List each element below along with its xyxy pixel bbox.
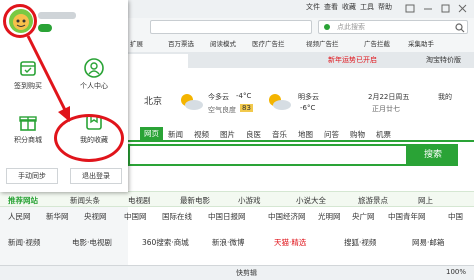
- search-icon[interactable]: [455, 23, 465, 33]
- category-item[interactable]: 小游戏: [238, 195, 261, 206]
- category-item[interactable]: 旅游景点: [358, 195, 388, 206]
- menu-file[interactable]: 文件: [306, 2, 320, 12]
- sub-link[interactable]: 电影·电视剧: [72, 237, 112, 248]
- sub-link[interactable]: 网易·邮箱: [412, 237, 444, 248]
- menu-help[interactable]: 帮助: [378, 2, 392, 12]
- menu-view[interactable]: 查看: [324, 2, 338, 12]
- nav-video[interactable]: 视频: [194, 129, 209, 140]
- category-item[interactable]: 最新电影: [180, 195, 210, 206]
- personal-center-label: 个人中心: [80, 82, 108, 90]
- nav-flights[interactable]: 机票: [376, 129, 391, 140]
- my-link[interactable]: 我的: [438, 92, 452, 102]
- nav-music[interactable]: 音乐: [272, 129, 287, 140]
- fav-item[interactable]: 视频广告拦: [306, 38, 339, 48]
- fav-item[interactable]: 百万票选: [168, 38, 194, 48]
- partly-cloudy-icon: [269, 94, 291, 110]
- annotation-arrow: [26, 35, 70, 122]
- today-temp: -4°C: [236, 92, 252, 100]
- window-controls[interactable]: [404, 3, 470, 14]
- aqi-label: 空气良度: [208, 106, 236, 114]
- lunar-date: 正月廿七: [372, 105, 400, 113]
- favorites-bar: 扩展 百万票选 阅读模式 医疗广告拦 视频广告拦 广告拦截 采集助手: [128, 36, 474, 50]
- weather-widget: 北京 今多云 -4°C 空气良度 83 明多云 -6°C 2月22日周五 正月廿…: [128, 86, 474, 122]
- site-link[interactable]: 央视网: [84, 211, 107, 222]
- sub-link[interactable]: 360搜索·商城: [142, 237, 189, 248]
- category-item[interactable]: 小说大全: [296, 195, 326, 206]
- zoom-level[interactable]: 100%: [446, 268, 466, 276]
- site-link[interactable]: 央广网: [352, 211, 375, 222]
- category-bar: 推荐网站 新闻头条 电视剧 最新电影 小游戏 小说大全 旅游景点 网上: [0, 191, 474, 207]
- personal-center-item[interactable]: 个人中心: [72, 58, 116, 91]
- tomorrow-temp: -6°C: [300, 104, 316, 112]
- sub-link[interactable]: 天猫·精选: [274, 237, 306, 248]
- fav-item[interactable]: 采集助手: [408, 38, 434, 48]
- nav-web[interactable]: 网页: [140, 127, 163, 140]
- manual-sync-button[interactable]: 手动同步: [6, 168, 58, 184]
- search-nav: 网页 新闻 视频 图片 良医 音乐 地图 问答 购物 机票: [128, 126, 474, 142]
- annotation-circle: [54, 114, 124, 162]
- status-bar: 快剪辑 100%: [0, 265, 474, 280]
- search-engine-icon[interactable]: [323, 23, 333, 32]
- site-links: 人民网 新华网 央视网 中国网 国际在线 中国日报网 中国经济网 光明网 央广网…: [0, 209, 474, 223]
- main-search-input[interactable]: [128, 144, 408, 166]
- fav-item[interactable]: 阅读模式: [210, 38, 236, 48]
- site-link[interactable]: 中国青年网: [388, 211, 426, 222]
- partly-cloudy-icon: [181, 94, 203, 110]
- fav-item[interactable]: 广告拦截: [364, 38, 390, 48]
- user-icon: [84, 58, 104, 78]
- site-link[interactable]: 光明网: [318, 211, 341, 222]
- menu-tools[interactable]: 工具: [360, 2, 374, 12]
- nav-news[interactable]: 新闻: [168, 129, 183, 140]
- level-badge: [38, 24, 52, 32]
- sub-links: 新闻·视频 电影·电视剧 360搜索·商城 新浪·微博 天猫·精选 搜狐·视频 …: [0, 234, 474, 250]
- nav-doctor[interactable]: 良医: [246, 129, 261, 140]
- nav-shopping[interactable]: 购物: [350, 129, 365, 140]
- city-name[interactable]: 北京: [144, 94, 162, 107]
- date-label: 2月22日周五: [368, 93, 410, 101]
- promo-link[interactable]: 淘宝特价版: [426, 55, 461, 65]
- menu-favorites[interactable]: 收藏: [342, 2, 356, 12]
- tab-strip: 新年运势已开启 淘宝特价版: [128, 52, 474, 68]
- site-link[interactable]: 人民网: [8, 211, 31, 222]
- logout-button[interactable]: 退出登录: [70, 168, 122, 184]
- site-link[interactable]: 国际在线: [162, 211, 192, 222]
- site-link[interactable]: 新华网: [46, 211, 69, 222]
- today-label: 今多云: [208, 93, 229, 101]
- tomorrow-label: 明多云: [298, 93, 319, 101]
- category-item[interactable]: 网上: [418, 195, 433, 206]
- fav-extensions[interactable]: 扩展: [130, 38, 143, 48]
- status-label[interactable]: 快剪辑: [236, 268, 257, 278]
- top-search-input[interactable]: 点此搜索: [318, 20, 468, 34]
- sub-link[interactable]: 搜狐·视频: [344, 237, 376, 248]
- site-link[interactable]: 中国网: [124, 211, 147, 222]
- nav-images[interactable]: 图片: [220, 129, 235, 140]
- site-link[interactable]: 中国: [448, 211, 463, 222]
- category-item[interactable]: 新闻头条: [70, 195, 100, 206]
- sub-link[interactable]: 新闻·视频: [8, 237, 40, 248]
- fav-item[interactable]: 医疗广告拦: [252, 38, 285, 48]
- nav-map[interactable]: 地图: [298, 129, 313, 140]
- active-tab[interactable]: [128, 54, 188, 68]
- site-link[interactable]: 中国经济网: [268, 211, 306, 222]
- nav-qa[interactable]: 问答: [324, 129, 339, 140]
- browser-window: 文件 查看 收藏 工具 帮助 点此搜索 扩展 百万票选 阅读模式 医疗广告拦 视…: [0, 0, 474, 280]
- category-recommended[interactable]: 推荐网站: [8, 195, 38, 206]
- category-item[interactable]: 电视剧: [128, 195, 151, 206]
- address-bar[interactable]: [150, 20, 312, 34]
- annotation-circle: [3, 4, 37, 38]
- site-link[interactable]: 中国日报网: [208, 211, 246, 222]
- sub-link[interactable]: 新浪·微博: [212, 237, 244, 248]
- search-placeholder: 点此搜索: [337, 23, 365, 31]
- points-mall-label: 积分商城: [14, 136, 42, 144]
- username-redacted: [38, 12, 76, 19]
- search-button[interactable]: 搜索: [408, 144, 458, 166]
- aqi-badge: 83: [240, 104, 253, 112]
- promo-link[interactable]: 新年运势已开启: [328, 55, 377, 65]
